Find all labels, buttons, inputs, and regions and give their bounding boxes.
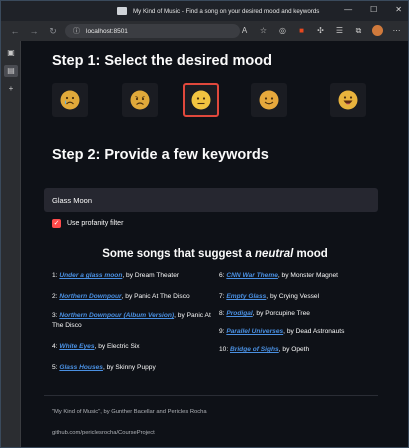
mood-sad-button[interactable] <box>122 83 158 117</box>
extensions-icon[interactable]: ✣ <box>315 26 326 35</box>
profanity-filter-checkbox[interactable]: ✓ <box>52 219 61 228</box>
song-artist: , by Dream Theater <box>122 272 180 279</box>
toolbar-icons: A ☆ ◎ ■ ✣ ☰ ⧉ ⋯ <box>239 25 402 36</box>
browser-sidebar: ▣ ▤ + <box>1 41 21 447</box>
more-icon[interactable]: ⋯ <box>391 26 402 35</box>
song-link[interactable]: Northern Downpour (Album Version) <box>59 312 174 319</box>
song-link[interactable]: Prodigal <box>226 310 252 317</box>
window-title: My Kind of Music - Find a song on your d… <box>133 7 320 15</box>
browser-window: My Kind of Music - Find a song on your d… <box>0 0 409 448</box>
song-link[interactable]: Bridge of Sighs <box>230 346 279 353</box>
keywords-input[interactable]: Glass Moon <box>44 188 378 212</box>
mood-neutral-button[interactable] <box>183 83 219 117</box>
new-tab-icon[interactable]: + <box>4 83 18 95</box>
profanity-filter-row[interactable]: ✓ Use profanity filter <box>52 219 123 228</box>
close-icon[interactable]: ✕ <box>395 6 402 14</box>
list-item: 4: White Eyes, by Electric Six <box>52 342 140 352</box>
url-field[interactable]: ⓘ localhost:8501 <box>65 24 240 38</box>
mood-very-sad-button[interactable] <box>52 83 88 117</box>
results-title-suffix: mood <box>293 248 328 260</box>
song-link[interactable]: Northern Downpour <box>59 293 121 300</box>
crying-face-icon <box>60 90 80 110</box>
song-link[interactable]: Parallel Universes <box>226 328 283 335</box>
song-artist: , by Porcupine Tree <box>252 310 310 317</box>
song-artist: , by Crying Vessel <box>266 293 320 300</box>
list-item: 6: CNN War Theme, by Monster Magnet <box>219 271 338 281</box>
footer-repo-link[interactable]: github.com/periclesrocha/CourseProject <box>52 430 155 436</box>
results-mood-word: neutral <box>254 248 294 260</box>
collections-icon[interactable]: ⧉ <box>353 26 364 36</box>
back-icon[interactable]: ← <box>10 26 20 36</box>
list-item: 3: Northern Downpour (Album Version), by… <box>52 311 212 330</box>
smiling-face-icon <box>259 90 279 110</box>
maximize-icon[interactable]: ☐ <box>370 6 377 14</box>
song-artist: , by Dead Astronauts <box>283 328 345 335</box>
neutral-face-icon <box>191 90 211 110</box>
extension-icon[interactable]: ◎ <box>277 26 288 35</box>
results-title-prefix: Some songs that suggest a <box>102 248 255 260</box>
window-controls: — ☐ ✕ <box>344 6 402 14</box>
song-link[interactable]: Under a glass moon <box>59 272 122 279</box>
mood-very-happy-button[interactable] <box>330 83 366 117</box>
song-link[interactable]: Empty Glass <box>226 293 266 300</box>
tab-actions-icon[interactable]: ▣ <box>4 47 18 59</box>
forward-icon[interactable]: → <box>29 26 39 36</box>
list-item: 7: Empty Glass, by Crying Vessel <box>219 292 319 302</box>
tab-icon <box>117 7 127 15</box>
results-title: Some songs that suggest a neutral mood <box>22 248 408 260</box>
office-icon[interactable]: ■ <box>296 26 307 35</box>
song-artist: , by Skinny Puppy <box>102 364 156 371</box>
mood-selector <box>52 83 372 117</box>
sad-face-icon <box>130 90 150 110</box>
song-link[interactable]: CNN War Theme <box>226 272 278 279</box>
vertical-tabs-icon[interactable]: ▤ <box>4 65 18 77</box>
list-item: 9: Parallel Universes, by Dead Astronaut… <box>219 327 344 337</box>
favorites-bar-icon[interactable]: ☰ <box>334 26 345 35</box>
mood-happy-button[interactable] <box>251 83 287 117</box>
url-text: localhost:8501 <box>86 27 128 35</box>
list-item: 2: Northern Downpour, by Panic At The Di… <box>52 292 190 302</box>
step1-title: Step 1: Select the desired mood <box>52 53 272 69</box>
favorite-icon[interactable]: ☆ <box>258 26 269 35</box>
step2-title: Step 2: Provide a few keywords <box>52 147 269 163</box>
song-artist: , by Opeth <box>278 346 310 353</box>
site-info-icon[interactable]: ⓘ <box>73 26 80 36</box>
list-item: 5: Glass Houses, by Skinny Puppy <box>52 363 156 373</box>
profanity-filter-label: Use profanity filter <box>67 220 124 227</box>
grinning-face-icon <box>338 90 358 110</box>
song-link[interactable]: Glass Houses <box>59 364 103 371</box>
song-artist: , by Panic At The Disco <box>121 293 190 300</box>
song-artist: , by Electric Six <box>94 343 140 350</box>
reload-icon[interactable]: ↻ <box>48 26 58 37</box>
list-item: 1: Under a glass moon, by Dream Theater <box>52 271 179 281</box>
song-link[interactable]: White Eyes <box>59 343 94 350</box>
profile-avatar[interactable] <box>372 25 383 36</box>
song-number: 10: <box>219 346 230 353</box>
list-item: 10: Bridge of Sighs, by Opeth <box>219 345 309 355</box>
footer-divider <box>44 395 378 396</box>
address-bar: ← → ↻ ⓘ localhost:8501 A ☆ ◎ ■ ✣ ☰ ⧉ ⋯ <box>1 21 408 41</box>
read-aloud-icon[interactable]: A <box>239 26 250 35</box>
title-bar: My Kind of Music - Find a song on your d… <box>1 1 408 21</box>
song-artist: , by Monster Magnet <box>277 272 338 279</box>
list-item: 8: Prodigal, by Porcupine Tree <box>219 309 310 319</box>
footer-credit: "My Kind of Music", by Gunther Bacellar … <box>52 409 207 415</box>
minimize-icon[interactable]: — <box>344 6 352 14</box>
page-content: Step 1: Select the desired mood Step 2: … <box>22 41 408 447</box>
